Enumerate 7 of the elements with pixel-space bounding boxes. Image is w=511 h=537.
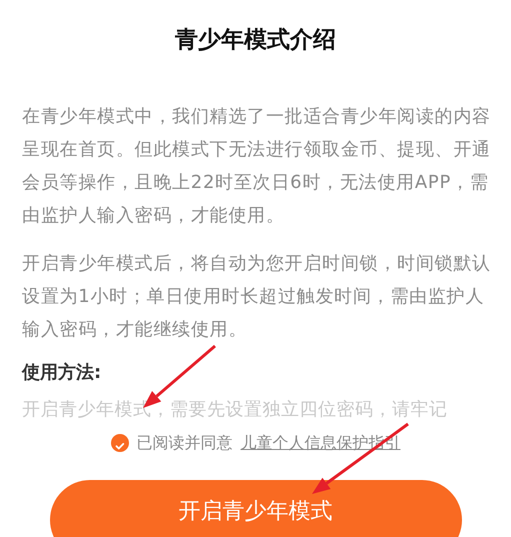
start-button[interactable]: 开启青少年模式 [50,480,462,537]
section-heading: 使用方法: [22,360,102,385]
checkbox[interactable] [110,434,128,452]
paragraph: 开启青少年模式后，将自动为您开启时间锁，时间锁默认设置为1小时；单日使用时长超过触发时间，需由监护人输入密码，才能继续使用。 [22,252,491,342]
page-title: 青少年模式介绍 [174,26,337,55]
agreement-text: 已阅读并同意 [136,432,232,454]
paragraph: 在青少年模式中，我们精选了一批适合青少年阅读的内容呈现在首页。但此模式下无法进行领取金币、提现、开通会员等操作，且晚上22时至次日6时，无法使用APP，需由监护人输入密码，才能使用。 [22,104,491,228]
